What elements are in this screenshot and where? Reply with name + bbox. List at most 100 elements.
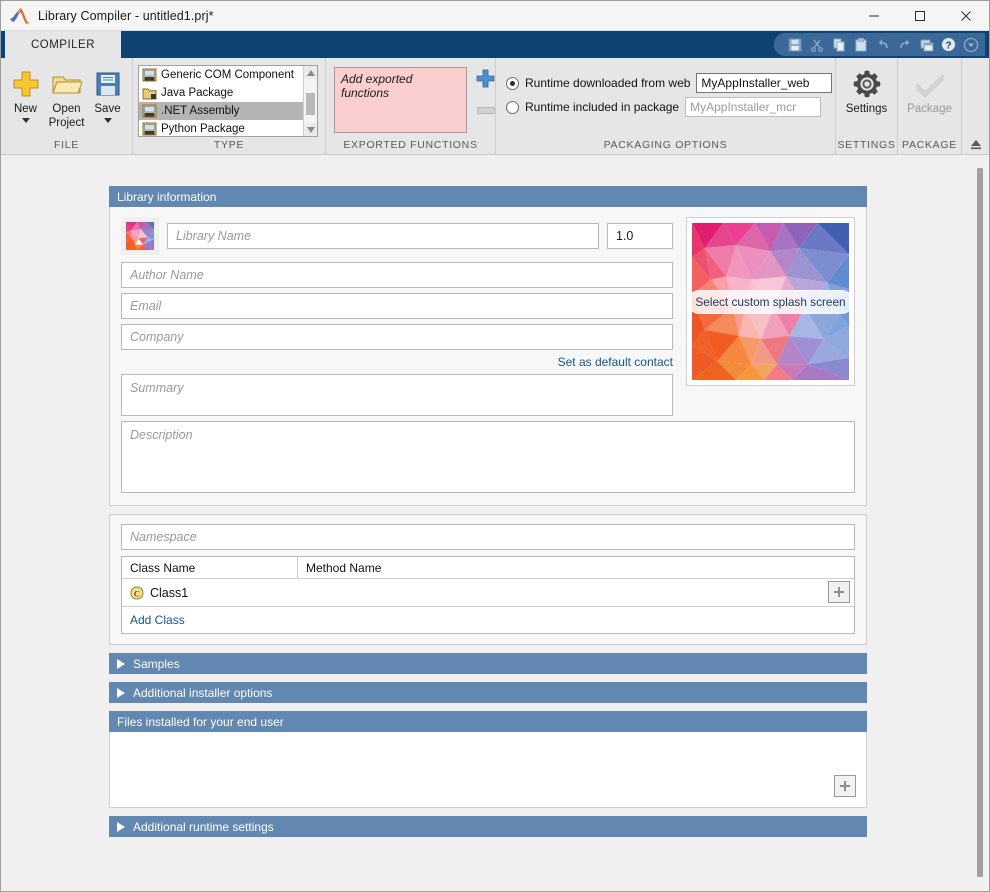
section-files-installed[interactable]: Files installed for your end user	[109, 711, 867, 732]
close-icon[interactable]	[943, 1, 989, 31]
section-samples-label: Samples	[133, 657, 180, 671]
save-icon[interactable]	[784, 34, 805, 55]
type-item-generic-com[interactable]: Generic COM Component	[139, 66, 303, 84]
remove-exported-function-button[interactable]	[477, 107, 495, 114]
layout-icon[interactable]	[916, 34, 937, 55]
ribbon-tab-strip: COMPILER ?	[1, 31, 989, 58]
ribbon-group-package: Package PACKAGE	[897, 58, 961, 154]
tab-compiler[interactable]: COMPILER	[5, 31, 121, 58]
python-package-icon	[142, 122, 157, 136]
splash-screen-box[interactable]: Select custom splash screen	[686, 217, 855, 386]
select-splash-screen-button[interactable]: Select custom splash screen	[689, 290, 852, 314]
ribbon-group-settings: Settings SETTINGS	[835, 58, 897, 154]
scroll-up-icon[interactable]	[304, 66, 317, 79]
save-project-label: Save	[94, 102, 120, 116]
add-file-button[interactable]	[834, 775, 856, 797]
section-additional-runtime-settings[interactable]: Additional runtime settings	[109, 816, 867, 837]
paste-icon[interactable]	[850, 34, 871, 55]
window-controls	[851, 1, 989, 31]
chevron-down-icon[interactable]	[22, 118, 30, 123]
new-project-button[interactable]: New	[5, 63, 46, 123]
scroll-down-icon[interactable]	[304, 123, 317, 136]
package-label: Package	[907, 102, 952, 116]
set-default-contact-link[interactable]: Set as default contact	[558, 355, 673, 369]
description-input[interactable]: Description	[121, 421, 855, 493]
chevron-down-icon[interactable]	[960, 34, 981, 55]
settings-button[interactable]: Settings	[838, 63, 896, 116]
chevron-down-icon[interactable]	[104, 118, 112, 123]
package-button[interactable]: Package	[900, 63, 960, 116]
type-item-net-assembly[interactable]: .NET Assembly	[139, 102, 303, 120]
minimize-icon[interactable]	[851, 1, 897, 31]
ribbon: New Open Project	[1, 58, 989, 155]
save-project-button[interactable]: Save	[87, 63, 128, 123]
author-name-input[interactable]: Author Name	[121, 262, 673, 288]
copy-icon[interactable]	[828, 34, 849, 55]
exported-functions-buttons	[476, 69, 495, 114]
collapse-ribbon-icon[interactable]	[967, 136, 985, 152]
column-header-method-name: Method Name	[298, 557, 854, 578]
window-title: Library Compiler - untitled1.prj*	[38, 9, 214, 23]
spacer	[109, 645, 867, 653]
library-information-title: Library information	[117, 190, 216, 204]
type-item-label: Java Package	[161, 87, 233, 99]
add-exported-function-button[interactable]	[476, 69, 495, 91]
matlab-membrane-icon	[9, 6, 31, 26]
table-row[interactable]: C Class1	[122, 579, 854, 607]
exported-functions-list[interactable]: Add exported functions	[334, 67, 467, 133]
namespace-input[interactable]: Namespace	[121, 524, 855, 550]
help-icon[interactable]: ?	[938, 34, 959, 55]
column-header-class-name: Class Name	[122, 557, 298, 578]
undo-icon[interactable]	[872, 34, 893, 55]
radio-runtime-included[interactable]	[506, 101, 519, 114]
library-name-row: Library Name 1.0	[121, 217, 673, 255]
library-name-input[interactable]: Library Name	[167, 223, 599, 249]
installer-name-mcr-input: MyAppInstaller_mcr	[685, 97, 821, 117]
open-project-label-line2: Project	[49, 117, 85, 129]
packaging-option-web[interactable]: Runtime downloaded from web MyAppInstall…	[496, 71, 832, 95]
section-samples[interactable]: Samples	[109, 653, 867, 674]
cut-icon[interactable]	[806, 34, 827, 55]
maximize-icon[interactable]	[897, 1, 943, 31]
ribbon-group-type: Generic COM Component Java Package	[132, 58, 325, 154]
quick-access-toolbar: ?	[774, 33, 985, 56]
version-input[interactable]: 1.0	[607, 223, 673, 249]
compiler-page: Library information	[109, 186, 867, 837]
svg-text:?: ?	[945, 40, 951, 51]
add-class-link[interactable]: Add Class	[130, 613, 185, 627]
email-input[interactable]: Email	[121, 293, 673, 319]
scroll-track[interactable]	[304, 79, 317, 123]
add-method-button[interactable]	[828, 581, 850, 603]
installer-name-web-input[interactable]: MyAppInstaller_web	[696, 73, 832, 93]
gear-icon	[852, 67, 882, 101]
splash-screen-area: Select custom splash screen	[686, 217, 855, 416]
page-scroll-thumb[interactable]	[977, 168, 983, 877]
type-item-label: Python Package	[161, 123, 245, 135]
svg-text:C: C	[134, 588, 140, 598]
section-additional-installer-options[interactable]: Additional installer options	[109, 682, 867, 703]
packaging-option-web-label: Runtime downloaded from web	[525, 76, 690, 90]
section-additional-installer-options-label: Additional installer options	[133, 686, 272, 700]
content-area: Library information	[1, 156, 989, 891]
company-input[interactable]: Company	[121, 324, 673, 350]
class-c-icon: C	[130, 586, 144, 600]
scroll-thumb[interactable]	[306, 93, 315, 115]
type-list-scrollbar[interactable]	[303, 66, 317, 136]
add-class-row[interactable]: Add Class	[122, 607, 854, 633]
section-files-installed-label: Files installed for your end user	[117, 715, 284, 729]
type-listbox[interactable]: Generic COM Component Java Package	[138, 65, 318, 137]
summary-input[interactable]: Summary	[121, 374, 673, 416]
type-item-java-package[interactable]: Java Package	[139, 84, 303, 102]
radio-runtime-web[interactable]	[506, 77, 519, 90]
ribbon-group-exported-functions: Add exported functions EXPORTED FUNCTION…	[325, 58, 495, 154]
app-icon-button[interactable]	[121, 217, 159, 255]
redo-icon[interactable]	[894, 34, 915, 55]
open-project-button[interactable]: Open Project	[46, 63, 87, 130]
type-item-python-package[interactable]: Python Package	[139, 120, 303, 137]
library-information-header: Library information	[109, 186, 867, 207]
packaging-option-included[interactable]: Runtime included in package MyAppInstall…	[496, 95, 821, 119]
page-scrollbar[interactable]	[972, 156, 989, 891]
files-installed-body[interactable]	[109, 732, 867, 808]
triangle-right-icon	[117, 822, 125, 832]
ribbon-group-file: New Open Project	[1, 58, 132, 154]
